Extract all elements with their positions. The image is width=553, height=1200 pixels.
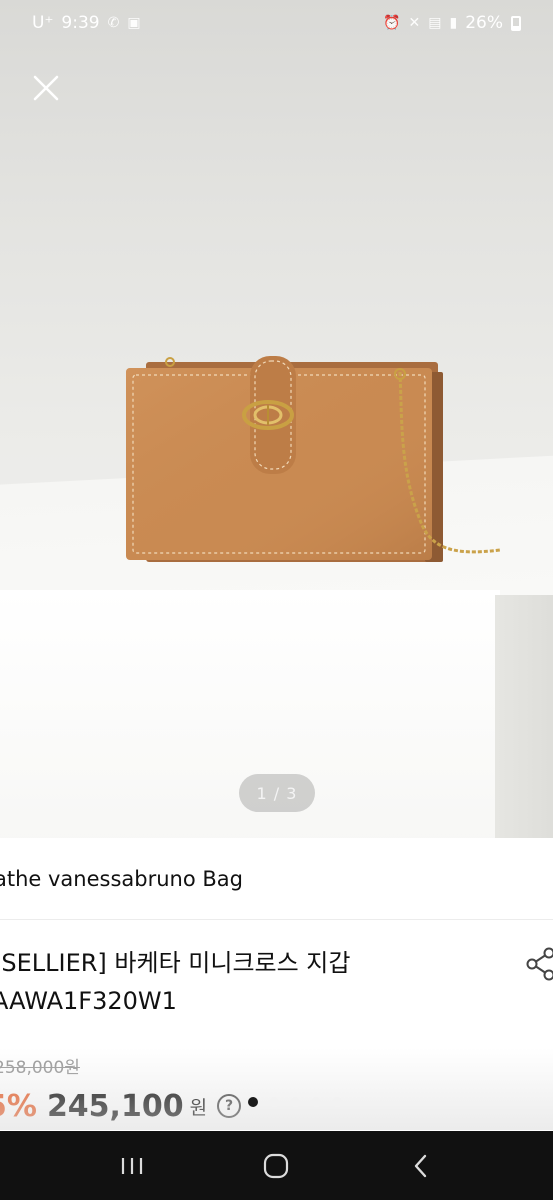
banner-dot[interactable] [332, 1097, 342, 1107]
brand-row[interactable]: athe vanessabruno Bag [0, 838, 553, 920]
5g-icon: ▤ [428, 15, 442, 31]
system-navigation-bar [0, 1131, 553, 1200]
close-icon [33, 75, 59, 101]
recent-apps-icon [122, 1157, 143, 1174]
share-button[interactable] [524, 946, 553, 982]
banner-dot[interactable] [311, 1097, 321, 1107]
battery-icon [511, 15, 521, 31]
product-image[interactable] [0, 0, 553, 838]
battery-percent: 26% [465, 13, 503, 33]
original-price: 258,000원 [0, 1058, 80, 1078]
currency-label: 원 [189, 1096, 208, 1119]
sale-price: 245,100 [46, 1088, 184, 1124]
missed-call-icon: ✆ [107, 15, 120, 31]
recent-apps-button[interactable] [112, 1146, 152, 1186]
product-title-line1: [SELLIER] 바케타 미니크로스 지갑 [0, 949, 351, 977]
back-button[interactable] [401, 1146, 441, 1186]
back-icon [414, 1154, 427, 1177]
status-bar-right: ⏰ ✕ ▤ ▮ 26% [383, 13, 521, 33]
home-icon [264, 1153, 289, 1178]
clock: 9:39 [61, 13, 100, 33]
share-icon [526, 947, 553, 981]
alarm-icon: ⏰ [383, 15, 401, 31]
banner-dots [248, 1097, 342, 1107]
close-button[interactable] [28, 70, 64, 106]
wallet-illustration [126, 356, 501, 562]
brand-name[interactable]: athe vanessabruno Bag [0, 867, 243, 891]
banner-dot[interactable] [248, 1097, 258, 1107]
image-counter: 1 / 3 [239, 774, 315, 812]
signal-icon: ▮ [449, 15, 458, 31]
discount-rate: 5% [0, 1088, 37, 1124]
banner-dot[interactable] [290, 1097, 300, 1107]
product-title: [SELLIER] 바케타 미니크로스 지갑 AAWA1F320W1 [0, 944, 500, 1020]
banner-dot[interactable] [269, 1097, 279, 1107]
mute-icon: ✕ [408, 15, 421, 31]
status-bar-left: U⁺ 9:39 ✆ ▣ [32, 13, 141, 33]
status-bar: U⁺ 9:39 ✆ ▣ ⏰ ✕ ▤ ▮ 26% [0, 0, 553, 46]
app-notification-icon: ▣ [127, 15, 141, 31]
carrier-label: U⁺ [32, 13, 54, 33]
help-icon[interactable]: ? [217, 1094, 242, 1118]
product-title-line2: AAWA1F320W1 [0, 987, 177, 1015]
price-row: 5% 245,100 원 ? [0, 1084, 242, 1128]
home-button[interactable] [256, 1146, 296, 1186]
